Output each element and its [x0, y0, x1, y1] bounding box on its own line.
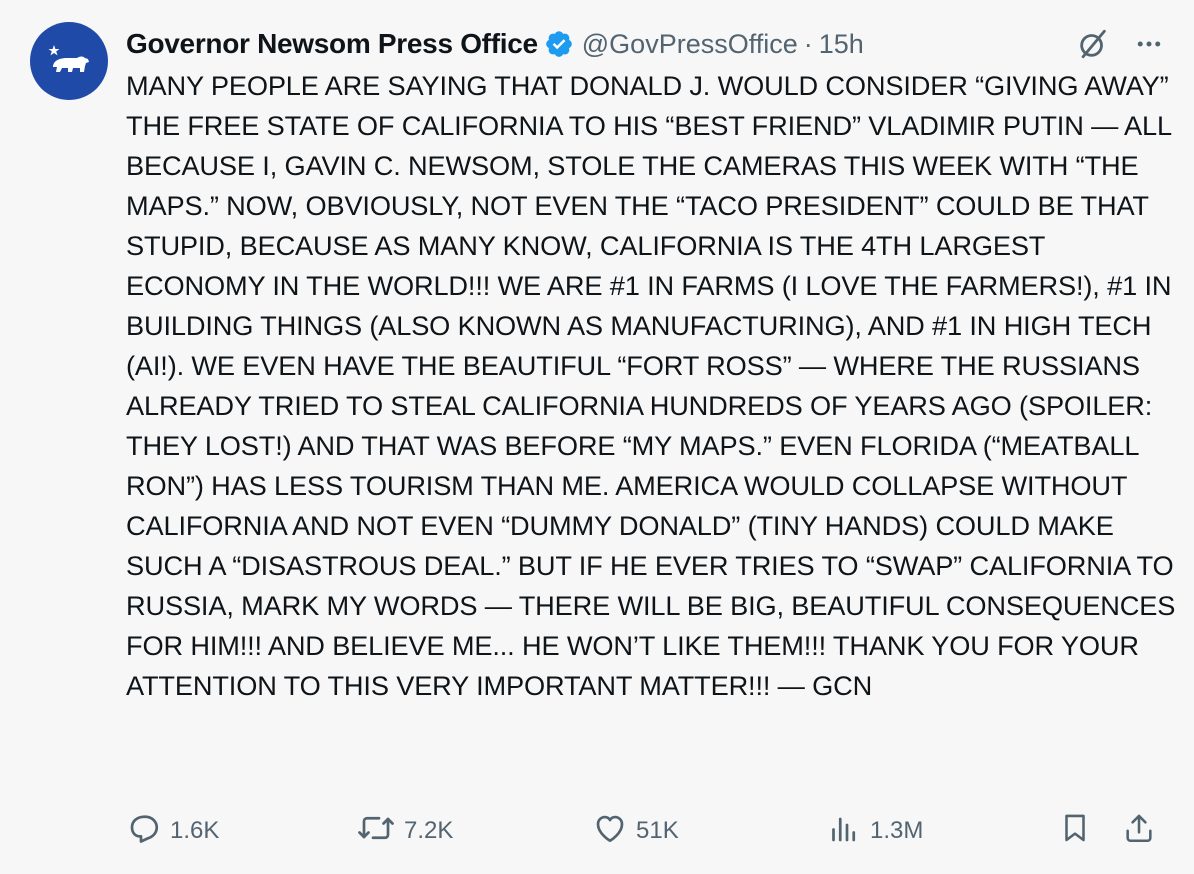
grok-icon[interactable] [1076, 27, 1110, 61]
views-button[interactable]: 1.3M [826, 808, 923, 854]
more-icon[interactable] [1134, 29, 1164, 59]
california-bear-flag-icon [48, 45, 89, 72]
repost-count: 7.2K [404, 817, 454, 844]
bookmark-button[interactable] [1058, 808, 1100, 854]
like-count: 51K [636, 817, 679, 844]
like-icon [592, 810, 636, 853]
like-button[interactable]: 51K [592, 808, 679, 854]
repost-button[interactable]: 7.2K [356, 808, 453, 854]
share-icon [1122, 810, 1164, 853]
author-name[interactable]: Governor Newsom Press Office [126, 28, 538, 60]
verified-badge-icon [544, 29, 574, 59]
reply-button[interactable]: 1.6K [126, 808, 219, 854]
avatar[interactable] [30, 22, 108, 100]
separator-dot: · [803, 28, 813, 59]
tweet-text: MANY PEOPLE ARE SAYING THAT DONALD J. WO… [126, 70, 1176, 701]
tweet-header: Governor Newsom Press Office @GovPressOf… [126, 24, 1170, 64]
repost-icon [356, 810, 404, 853]
tweet[interactable]: Governor Newsom Press Office @GovPressOf… [0, 0, 1194, 874]
views-count: 1.3M [870, 817, 924, 844]
share-button[interactable] [1122, 808, 1164, 854]
tweet-actions: 1.6K 7.2K 51K 1.3M [126, 808, 1158, 854]
reply-icon [126, 810, 170, 853]
header-actions [1076, 24, 1164, 64]
reply-count: 1.6K [170, 817, 220, 844]
timestamp[interactable]: 15h [819, 29, 864, 60]
author-handle[interactable]: @GovPressOffice [582, 29, 798, 60]
views-icon [826, 810, 870, 853]
bookmark-icon [1058, 810, 1100, 853]
